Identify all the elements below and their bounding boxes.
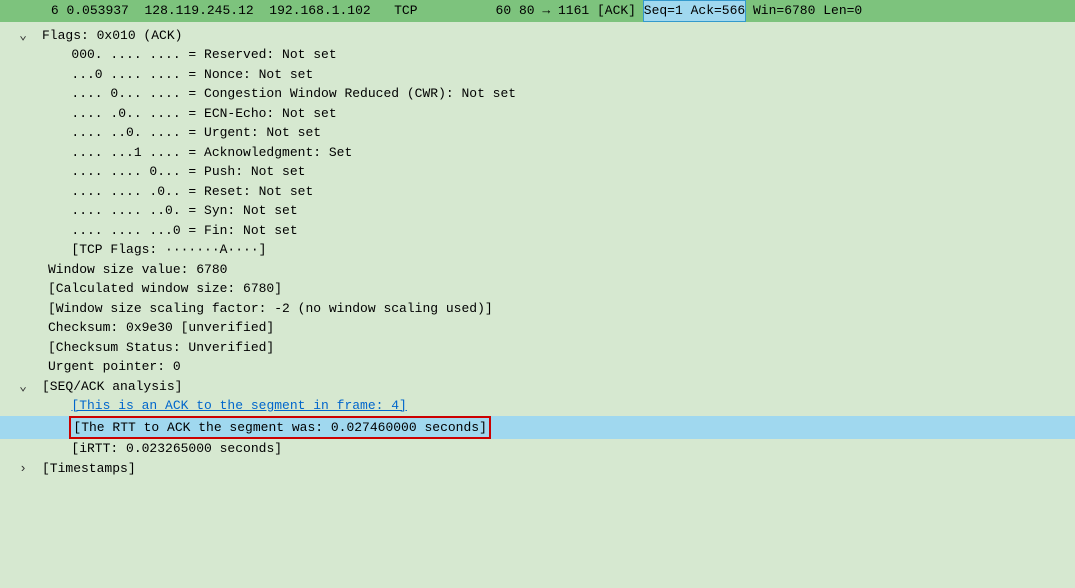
col-no: 6	[4, 1, 66, 21]
window-scaling[interactable]: [Window size scaling factor: -2 (no wind…	[0, 299, 1075, 319]
col-info-post: Win=6780 Len=0	[745, 1, 862, 21]
chevron-down-icon[interactable]	[18, 26, 28, 46]
flag-fin[interactable]: .... .... ...0 = Fin: Not set	[0, 221, 1075, 241]
chevron-right-icon[interactable]	[18, 459, 28, 479]
flags-header[interactable]: Flags: 0x010 (ACK)	[0, 26, 1075, 46]
calc-window-size[interactable]: [Calculated window size: 6780]	[0, 279, 1075, 299]
checksum-status[interactable]: [Checksum Status: Unverified]	[0, 338, 1075, 358]
rtt-to-ack[interactable]: [The RTT to ACK the segment was: 0.02746…	[0, 416, 1075, 440]
col-proto: TCP	[394, 1, 417, 21]
flag-reserved[interactable]: 000. .... .... = Reserved: Not set	[0, 45, 1075, 65]
col-dst: 192.168.1.102	[269, 1, 370, 21]
window-size[interactable]: Window size value: 6780	[0, 260, 1075, 280]
flag-syn[interactable]: .... .... ..0. = Syn: Not set	[0, 201, 1075, 221]
chevron-down-icon[interactable]	[18, 377, 28, 397]
flag-urgent[interactable]: .... ..0. .... = Urgent: Not set	[0, 123, 1075, 143]
seq-ack-analysis-header[interactable]: [SEQ/ACK analysis]	[0, 377, 1075, 397]
irtt[interactable]: [iRTT: 0.023265000 seconds]	[0, 439, 1075, 459]
col-info-pre: 80 → 1161 [ACK]	[511, 1, 644, 21]
seq-ack-highlight: Seq=1 Ack=566	[644, 1, 745, 21]
flag-nonce[interactable]: ...0 .... .... = Nonce: Not set	[0, 65, 1075, 85]
col-src: 128.119.245.12	[144, 1, 253, 21]
checksum[interactable]: Checksum: 0x9e30 [unverified]	[0, 318, 1075, 338]
ack-to-segment[interactable]: [This is an ACK to the segment in frame:…	[0, 396, 1075, 416]
col-len: 60	[496, 1, 512, 21]
packet-list-row[interactable]: 6 0.053937 128.119.245.12 192.168.1.102 …	[0, 0, 1075, 22]
tcp-flags-summary[interactable]: [TCP Flags: ·······A····]	[0, 240, 1075, 260]
flag-cwr[interactable]: .... 0... .... = Congestion Window Reduc…	[0, 84, 1075, 104]
urgent-pointer[interactable]: Urgent pointer: 0	[0, 357, 1075, 377]
rtt-highlight: [The RTT to ACK the segment was: 0.02746…	[69, 416, 490, 440]
frame-link[interactable]: [This is an ACK to the segment in frame:…	[71, 398, 406, 413]
col-time: 0.053937	[66, 1, 128, 21]
packet-details-tree: Flags: 0x010 (ACK) 000. .... .... = Rese…	[0, 22, 1075, 487]
flag-reset[interactable]: .... .... .0.. = Reset: Not set	[0, 182, 1075, 202]
flag-push[interactable]: .... .... 0... = Push: Not set	[0, 162, 1075, 182]
flag-ecn[interactable]: .... .0.. .... = ECN-Echo: Not set	[0, 104, 1075, 124]
flag-ack[interactable]: .... ...1 .... = Acknowledgment: Set	[0, 143, 1075, 163]
timestamps-header[interactable]: [Timestamps]	[0, 459, 1075, 479]
